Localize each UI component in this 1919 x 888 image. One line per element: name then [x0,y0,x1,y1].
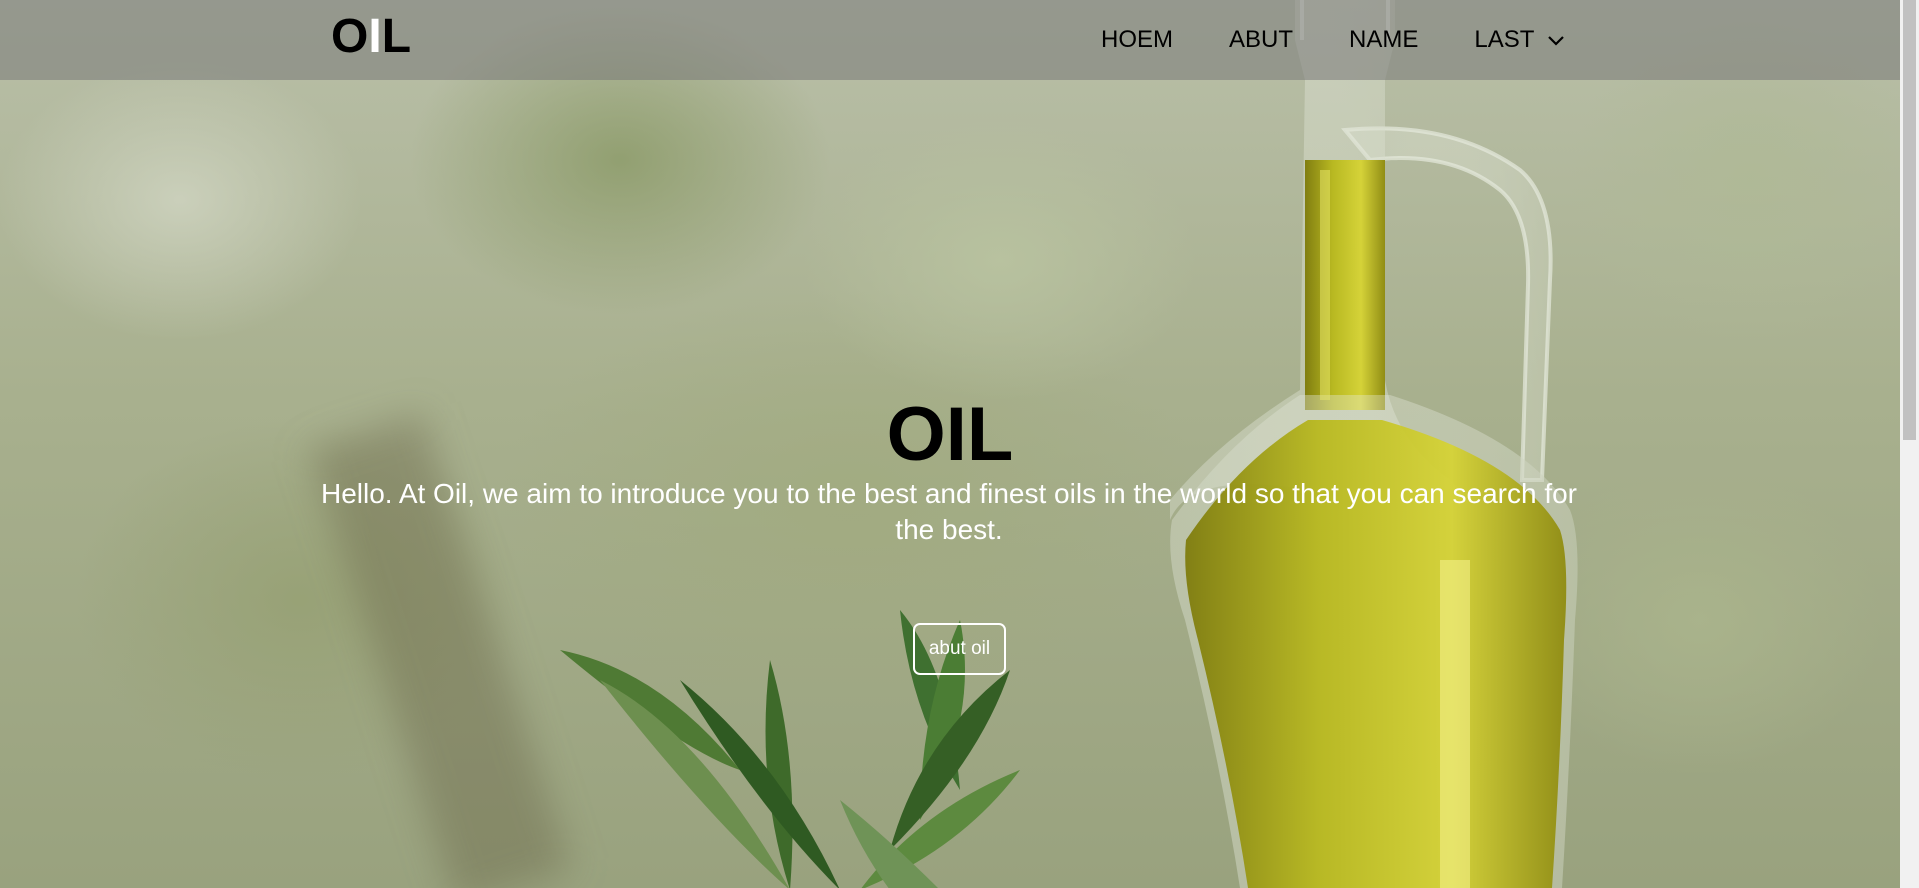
logo-letter-i: I [368,10,382,63]
page: OIL HOEM ABUT NAME LAST OIL Hello. At Oi… [0,0,1919,888]
olive-leaves-image [560,610,1020,888]
hero-title: OIL [886,392,1014,477]
nav-link-last-label: LAST [1474,26,1535,53]
nav-link-home[interactable]: HOEM [1101,25,1173,55]
logo-letter-o: O [331,10,369,63]
logo[interactable]: OIL [331,10,411,64]
logo-letter-l: L [381,10,412,63]
navbar: OIL HOEM ABUT NAME LAST [0,0,1900,80]
nav-link-name[interactable]: NAME [1349,25,1418,55]
hero-description: Hello. At Oil, we aim to introduce you t… [321,478,1577,545]
scrollbar-thumb[interactable] [1903,0,1916,440]
chevron-down-icon [1548,36,1565,46]
nav-link-last-dropdown[interactable]: LAST [1474,25,1566,55]
nav-link-about[interactable]: ABUT [1229,25,1293,55]
nav-links: HOEM ABUT NAME LAST [1101,22,1566,58]
vertical-scrollbar[interactable] [1900,0,1919,888]
about-oil-button[interactable]: abut oil [913,623,1006,675]
